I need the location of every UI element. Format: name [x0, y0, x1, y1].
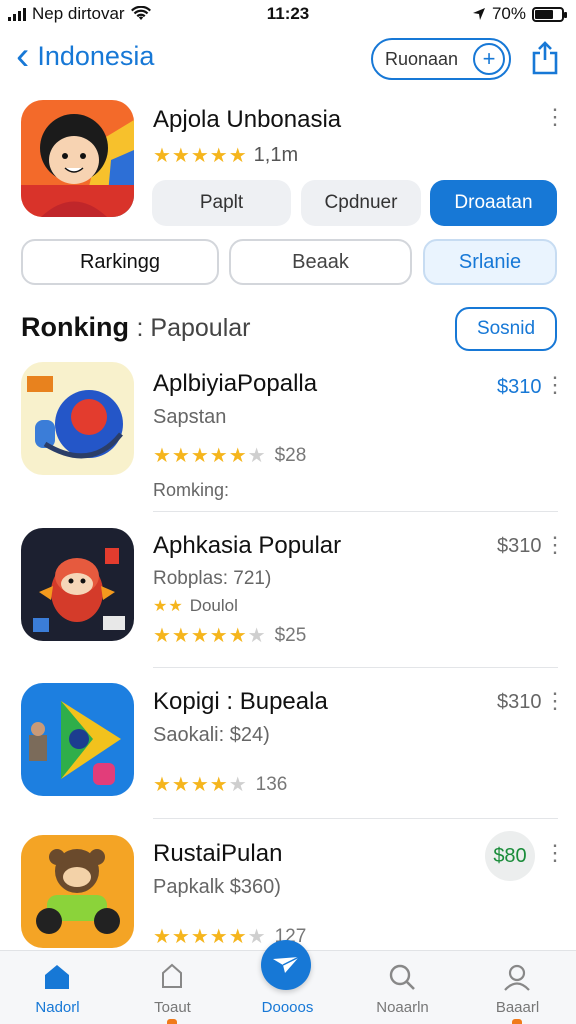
tab-indicator-dot — [512, 1019, 522, 1024]
star-rating-icon: ★★★★★★ — [153, 445, 267, 467]
app-icon-3[interactable] — [21, 683, 134, 796]
app-extra-1: Romking: — [153, 480, 230, 500]
tab-search[interactable]: Noaarln — [345, 951, 460, 1024]
app-subtitle-4: Papkalk $360) — [153, 876, 281, 898]
search-pill-button[interactable]: Ruonaan + — [371, 38, 511, 80]
send-icon — [273, 956, 300, 973]
section-title: Ronking : Papoular — [21, 312, 250, 343]
share-icon[interactable] — [530, 40, 560, 76]
tab-today-label: Toaut — [154, 999, 191, 1016]
app-price-3[interactable]: $310 — [497, 691, 542, 714]
search-icon — [389, 964, 415, 990]
app-subtitle-2: Robplas: 721) — [153, 568, 272, 589]
center-action-button[interactable] — [261, 940, 311, 990]
back-label: Indonesia — [37, 40, 155, 71]
app-icon-2[interactable] — [21, 528, 134, 641]
app-title-1: AplbiyiaPopalla — [153, 370, 318, 397]
nav-bar: ‹ Indonesia Ruonaan + — [0, 30, 576, 90]
app-title-3: Kopigi : Bupeala — [153, 688, 328, 715]
divider — [153, 667, 558, 668]
featured-app-icon[interactable] — [21, 100, 134, 217]
battery-percent: 70% — [491, 4, 526, 23]
segment-beaak[interactable]: Beaak — [229, 239, 412, 285]
tab-profile[interactable]: Baaarl — [460, 951, 575, 1024]
section-title-main: Ronking — [21, 312, 129, 342]
star-rating-icon: ★★★★★★ — [153, 625, 267, 647]
user-icon — [162, 963, 182, 988]
plus-icon[interactable]: + — [473, 43, 505, 75]
app-price-2[interactable]: $310 — [497, 535, 542, 558]
download-button[interactable]: Droaatan — [430, 180, 557, 226]
profile-icon — [504, 964, 530, 991]
action-button-1[interactable]: Paplt — [152, 180, 291, 226]
tab-home[interactable]: Nadorl — [0, 951, 115, 1024]
section-action-button[interactable]: Sosnid — [455, 307, 557, 351]
app-subline-text-2: Doulol — [189, 596, 238, 615]
app-title-4: RustaiPulan — [153, 840, 283, 867]
app-rating-3: ★★★★★ 136 — [153, 772, 287, 797]
status-bar: Nep dirtovar 11:23 70% — [0, 0, 576, 30]
app-subline-2: ★★ Doulol — [153, 596, 238, 616]
star-rating-icon: ★★★★★★ — [153, 926, 267, 948]
segment-srlanie[interactable]: Srlanie — [423, 239, 557, 285]
kebab-icon[interactable]: ⋮ — [544, 374, 566, 396]
section-subtitle: : Papoular — [136, 314, 251, 342]
tab-home-label: Nadorl — [35, 999, 80, 1016]
search-pill-label: Ruonaan — [385, 48, 459, 69]
tab-downloads-label: Doooos — [261, 999, 314, 1016]
back-button[interactable]: ‹ Indonesia — [16, 36, 154, 76]
app-subtitle-3: Saokali: $24) — [153, 724, 270, 746]
app-rating-text-1: $28 — [274, 444, 307, 466]
app-icon-4[interactable] — [21, 835, 134, 948]
status-right: 70% — [472, 4, 567, 24]
app-icon-1[interactable] — [21, 362, 134, 475]
star-rating-icon: ★★ — [153, 598, 184, 615]
kebab-icon[interactable]: ⋮ — [544, 842, 566, 864]
home-icon — [45, 965, 69, 989]
app-subtitle-1: Sapstan — [153, 406, 227, 428]
featured-app-rating: ★★★★★ 1,1m — [153, 143, 298, 168]
tab-today[interactable]: Toaut — [115, 951, 230, 1024]
location-arrow-icon — [472, 8, 485, 20]
app-rating-1: ★★★★★★ $28 — [153, 443, 306, 468]
kebab-icon[interactable]: ⋮ — [544, 106, 566, 128]
app-rating-text-2: $25 — [274, 624, 307, 646]
tab-search-label: Noaarln — [376, 999, 429, 1016]
segment-ranking[interactable]: Rarkingg — [21, 239, 219, 285]
featured-rating-count: 1,1m — [253, 144, 299, 166]
app-price-1[interactable]: $310 — [497, 376, 542, 399]
divider — [153, 511, 558, 512]
divider — [153, 818, 558, 819]
app-title-2: Aphkasia Popular — [153, 532, 342, 559]
app-rating-text-3: 136 — [255, 773, 288, 795]
featured-app-title: Apjola Unbonasia — [153, 106, 342, 133]
star-rating-icon: ★★★★★ — [153, 145, 248, 167]
battery-icon — [532, 6, 567, 22]
app-price-4[interactable]: $80 — [485, 831, 535, 881]
tab-profile-label: Baaarl — [495, 999, 540, 1016]
kebab-icon[interactable]: ⋮ — [544, 690, 566, 712]
star-rating-icon: ★★★★★ — [153, 774, 248, 796]
kebab-icon[interactable]: ⋮ — [544, 534, 566, 556]
chevron-left-icon: ‹ — [16, 34, 30, 78]
tab-indicator-dot — [167, 1019, 177, 1024]
action-button-2[interactable]: Cpdnuer — [301, 180, 421, 226]
app-rating-2: ★★★★★★ $25 — [153, 623, 306, 648]
